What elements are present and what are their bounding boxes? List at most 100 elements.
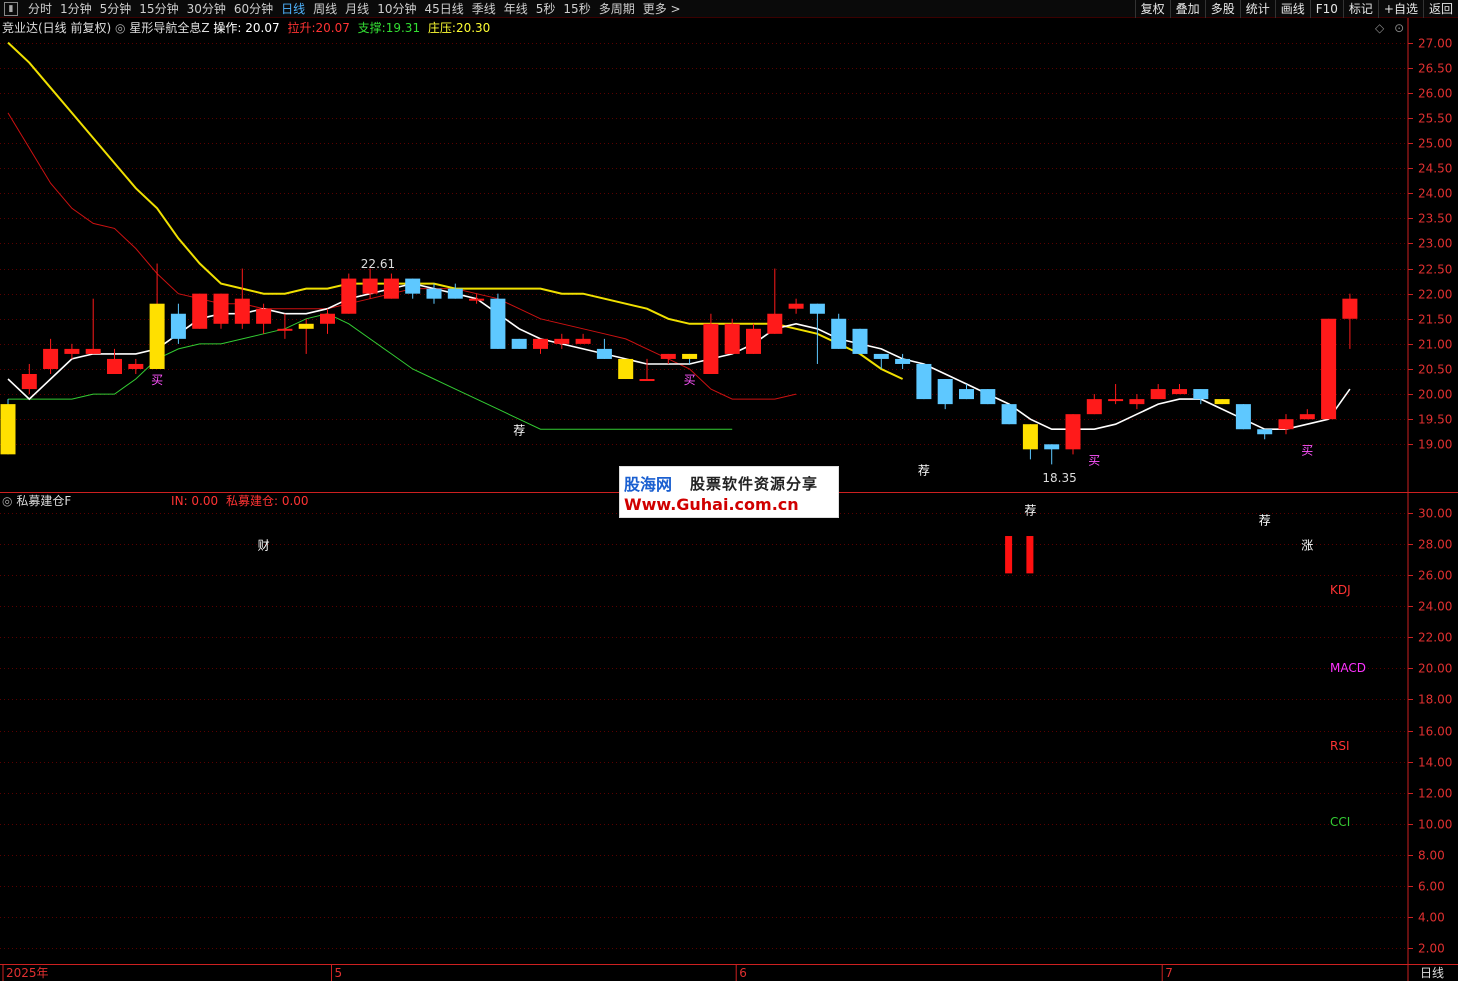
- op-value: 操作: 20.07: [213, 21, 280, 35]
- candle-body: [405, 278, 421, 294]
- candle-body: [788, 303, 804, 309]
- toolbar-button-1[interactable]: 叠加: [1169, 0, 1205, 18]
- candle-body: [1299, 414, 1315, 420]
- sub-tick-label: 30.00: [1418, 507, 1452, 521]
- candle-body: [43, 348, 59, 369]
- tab-period-7[interactable]: 周线: [309, 0, 341, 18]
- price-tick-label: 25.50: [1418, 112, 1452, 126]
- signal-label: 荐: [1259, 514, 1271, 528]
- price-tick-label: 23.50: [1418, 212, 1452, 226]
- candle-body: [128, 363, 144, 369]
- toolbar-button-7[interactable]: +自选: [1377, 0, 1423, 18]
- candle-body: [1129, 399, 1145, 405]
- toolbar-button-5[interactable]: F10: [1309, 0, 1343, 18]
- candle-body: [937, 379, 953, 405]
- tab-period-12[interactable]: 年线: [500, 0, 532, 18]
- candle-body: [362, 278, 378, 294]
- time-tick-label: 6: [739, 966, 747, 980]
- candle-body: [639, 379, 655, 382]
- sub-bar: [1026, 536, 1034, 574]
- sub-tick-label: 26.00: [1418, 569, 1452, 583]
- tab-period-0[interactable]: 分时: [24, 0, 56, 18]
- candle-body: [682, 353, 698, 359]
- toolbar-button-2[interactable]: 多股: [1204, 0, 1240, 18]
- candle-body: [809, 303, 825, 314]
- candle-body: [618, 358, 634, 380]
- candle-body: [447, 288, 463, 299]
- period-toolbar: ▮ 分时 1分钟 5分钟 15分钟 30分钟 60分钟 日线 周线 月线 10分钟 45日线 季线 年线…: [0, 0, 1458, 18]
- candle-body: [703, 323, 719, 374]
- toolbar-button-0[interactable]: 复权: [1134, 0, 1170, 18]
- signal-label: 买: [684, 373, 696, 387]
- signal-label: 涨: [1301, 538, 1313, 553]
- tab-period-16[interactable]: 更多 >: [639, 0, 685, 18]
- tab-period-2[interactable]: 5分钟: [96, 0, 136, 18]
- sub-tick-label: 24.00: [1418, 600, 1452, 614]
- candle-body: [107, 358, 122, 374]
- toolbar-button-8[interactable]: 返回: [1422, 0, 1458, 18]
- period-indicator[interactable]: 日线: [1420, 966, 1444, 980]
- close-panel-icon[interactable]: ⊙: [1394, 21, 1404, 35]
- candle-body: [1044, 444, 1060, 450]
- tab-period-6[interactable]: 日线: [277, 0, 309, 18]
- price-tick-label: 22.50: [1418, 263, 1452, 277]
- toolbar-button-6[interactable]: 标记: [1342, 0, 1378, 18]
- sub-tick-label: 8.00: [1418, 849, 1445, 863]
- candle-body: [170, 313, 186, 339]
- candle-body: [1257, 429, 1273, 435]
- candle-body: [596, 348, 612, 359]
- candle-body: [234, 298, 250, 324]
- candle-body: [895, 358, 911, 364]
- candle-body: [554, 338, 570, 344]
- signal-label: 买: [1301, 443, 1313, 457]
- signal-label: 买: [1088, 453, 1100, 467]
- tab-period-8[interactable]: 月线: [341, 0, 373, 18]
- candle-body: [852, 328, 868, 354]
- watermark-url: Www.Guhai.com.cn: [624, 495, 799, 514]
- candle-body: [341, 278, 357, 314]
- indicator-name[interactable]: 星形导航全息Z: [129, 21, 209, 35]
- toolbar-button-4[interactable]: 画线: [1274, 0, 1310, 18]
- sub-tick-label: 10.00: [1418, 818, 1452, 832]
- time-tick-label: 2025年: [6, 966, 49, 980]
- sub-legend-label: KDJ: [1330, 583, 1351, 597]
- sub-tick-label: 20.00: [1418, 662, 1452, 676]
- settings-diamond-icon[interactable]: ◇: [1375, 21, 1384, 35]
- tab-period-5[interactable]: 60分钟: [230, 0, 277, 18]
- sub-tick-label: 28.00: [1418, 538, 1452, 552]
- candle-body: [1150, 389, 1166, 400]
- candle-body: [660, 353, 676, 359]
- candle-body: [85, 348, 101, 354]
- stock-name[interactable]: 竞业达(日线 前复权): [2, 21, 111, 35]
- candle-body: [490, 298, 506, 349]
- sub-indicator-circle-icon[interactable]: ◎: [2, 494, 12, 508]
- candle-body: [256, 308, 272, 324]
- watermark-logo: 股海网 股票软件资源分享 Www.Guhai.com.cn: [619, 466, 839, 518]
- tab-period-13[interactable]: 5秒: [532, 0, 560, 18]
- tab-period-9[interactable]: 10分钟: [373, 0, 420, 18]
- tab-period-3[interactable]: 15分钟: [135, 0, 182, 18]
- tab-period-10[interactable]: 45日线: [420, 0, 467, 18]
- panel-toggle-icon[interactable]: ▮: [4, 1, 18, 16]
- tab-period-1[interactable]: 1分钟: [56, 0, 96, 18]
- candle-body: [575, 338, 591, 344]
- sub-indicator-name[interactable]: 私募建仓F: [16, 494, 71, 508]
- time-tick-label: 5: [335, 966, 343, 980]
- watermark-slogan: 股票软件资源分享: [690, 475, 819, 493]
- candle-body: [0, 404, 16, 455]
- candle-body: [1278, 419, 1294, 430]
- sub-info-bar: ◎ 私募建仓F IN: 0.00 私募建仓: 0.00: [2, 494, 309, 508]
- tab-period-14[interactable]: 15秒: [559, 0, 594, 18]
- sub-legend-label: CCI: [1330, 815, 1350, 829]
- tab-period-15[interactable]: 多周期: [595, 0, 639, 18]
- period-tabs: 分时 1分钟 5分钟 15分钟 30分钟 60分钟 日线 周线 月线 10分钟 45日线 季线 年线 5秒…: [24, 0, 685, 18]
- candle-body: [1065, 414, 1081, 450]
- sub-legend-label: RSI: [1330, 739, 1350, 753]
- tab-period-4[interactable]: 30分钟: [183, 0, 230, 18]
- tab-period-11[interactable]: 季线: [468, 0, 500, 18]
- sub-tick-label: 22.00: [1418, 631, 1452, 645]
- sub-tick-label: 2.00: [1418, 942, 1445, 956]
- toolbar-button-3[interactable]: 统计: [1239, 0, 1275, 18]
- indicator-circle-icon[interactable]: ◎: [115, 21, 125, 35]
- sub-legend-label: MACD: [1330, 661, 1366, 675]
